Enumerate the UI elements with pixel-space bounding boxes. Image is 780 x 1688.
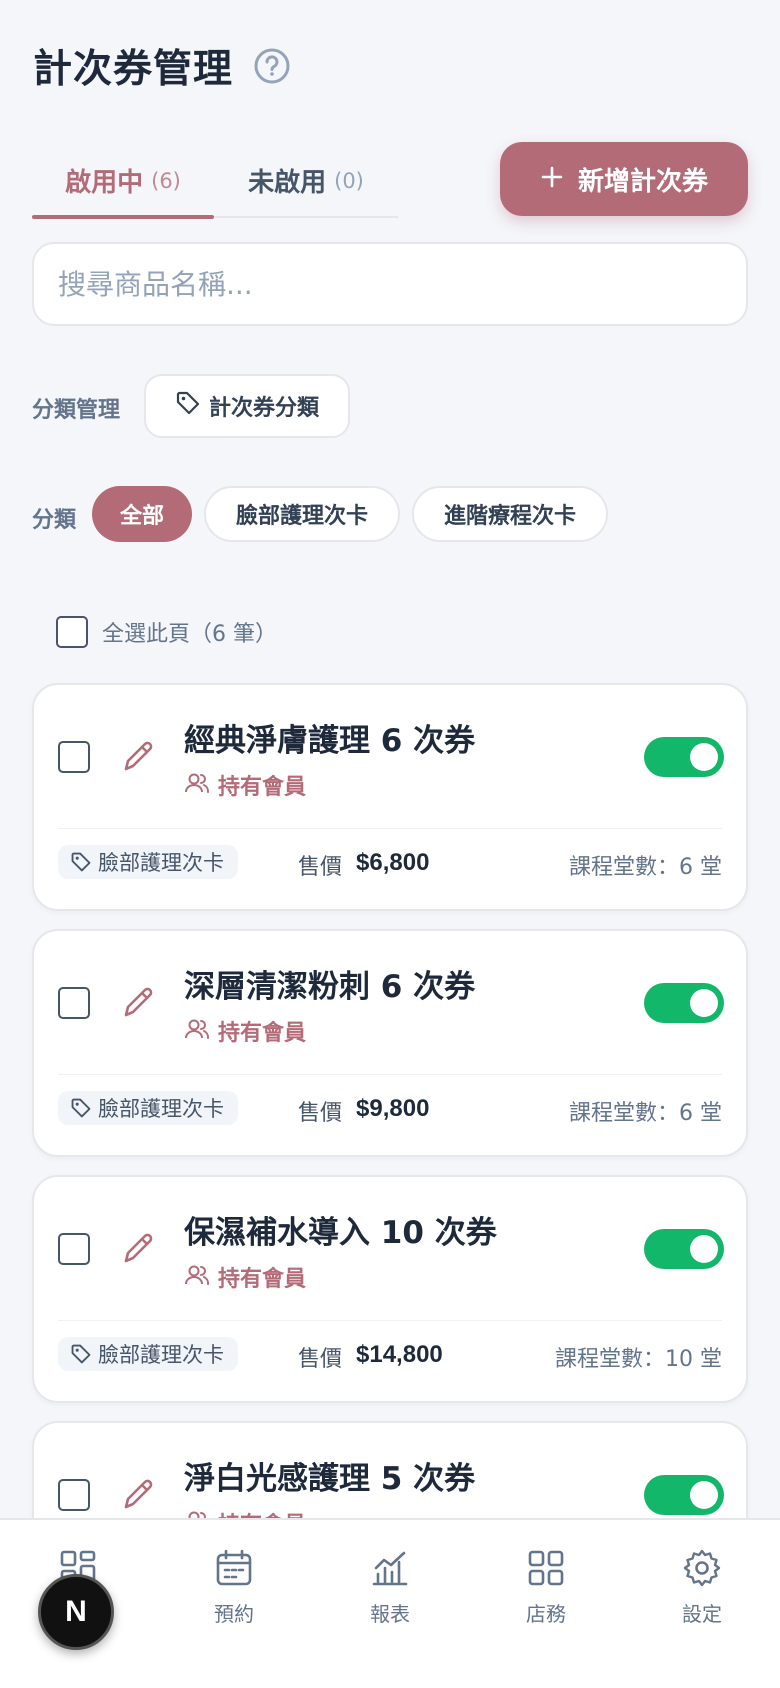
toggle-knob bbox=[690, 1481, 718, 1509]
filter-label: 分類 bbox=[32, 508, 77, 533]
floating-n-badge[interactable]: N bbox=[38, 1574, 114, 1650]
enabled-toggle[interactable] bbox=[644, 983, 724, 1023]
category-tag: 臉部護理次卡 bbox=[58, 845, 238, 879]
ticket-name: 淨白光感護理 5 次券 bbox=[184, 1461, 476, 1497]
category-tag-label: 臉部護理次卡 bbox=[98, 1097, 224, 1121]
card-checkbox[interactable] bbox=[58, 741, 90, 773]
add-ticket-label: 新增計次券 bbox=[577, 166, 708, 197]
price: 售價 $6,800 bbox=[298, 849, 429, 881]
toggle-knob bbox=[690, 989, 718, 1017]
category-manage-label: 分類管理 bbox=[32, 398, 121, 423]
nav-item-store[interactable]: 店務 bbox=[486, 1548, 606, 1627]
ticket-category-button-label: 計次券分類 bbox=[208, 396, 319, 421]
tab-enabled-label: 啟用中 bbox=[65, 168, 144, 198]
nav-item-reports[interactable]: 報表 bbox=[330, 1548, 450, 1627]
price-label: 售價 bbox=[298, 1101, 343, 1126]
category-tag-label: 臉部護理次卡 bbox=[98, 1343, 224, 1367]
category-tag-label: 臉部護理次卡 bbox=[98, 851, 224, 875]
ticket-name: 保濕補水導入 10 次券 bbox=[184, 1215, 497, 1251]
calendar-icon bbox=[214, 1548, 254, 1592]
price-value: $9,800 bbox=[356, 1095, 430, 1122]
price: 售價 $14,800 bbox=[298, 1341, 443, 1373]
bottom-nav: 預約 報表 店務 設定 bbox=[0, 1518, 780, 1688]
tag-icon bbox=[71, 1098, 91, 1118]
status-tabs: 啟用中 (6) 未啟用 (0) bbox=[32, 145, 398, 219]
pencil-icon[interactable] bbox=[118, 1229, 158, 1269]
category-tag: 臉部護理次卡 bbox=[58, 1091, 238, 1125]
tab-disabled[interactable]: 未啟用 (0) bbox=[214, 145, 398, 216]
pencil-icon[interactable] bbox=[118, 737, 158, 777]
audience-badge: 持有會員 bbox=[184, 769, 306, 801]
ticket-name: 經典淨膚護理 6 次券 bbox=[184, 723, 476, 759]
tag-icon bbox=[71, 1344, 91, 1364]
price-label: 售價 bbox=[298, 1347, 343, 1372]
pencil-icon[interactable] bbox=[118, 983, 158, 1023]
session-count: 課程堂數：10 堂 bbox=[555, 1347, 722, 1372]
tab-enabled-count: (6) bbox=[151, 168, 181, 193]
audience-label: 持有會員 bbox=[218, 1267, 307, 1292]
grid-icon bbox=[526, 1548, 566, 1592]
audience-label: 持有會員 bbox=[218, 775, 307, 800]
tag-icon bbox=[71, 852, 91, 872]
enabled-toggle[interactable] bbox=[644, 737, 724, 777]
gear-icon bbox=[682, 1548, 722, 1592]
users-icon bbox=[184, 771, 210, 799]
divider bbox=[58, 1074, 722, 1075]
audience-badge: 持有會員 bbox=[184, 1015, 306, 1047]
ticket-name: 深層清潔粉刺 6 次券 bbox=[184, 969, 476, 1005]
tab-disabled-count: (0) bbox=[334, 168, 364, 193]
audience-badge: 持有會員 bbox=[184, 1261, 306, 1293]
session-count: 課程堂數：6 堂 bbox=[569, 855, 722, 880]
nav-label-booking: 預約 bbox=[214, 1602, 254, 1626]
nav-item-settings[interactable]: 設定 bbox=[642, 1548, 762, 1627]
plus-icon bbox=[540, 165, 564, 193]
nav-label-reports: 報表 bbox=[370, 1602, 410, 1626]
help-icon[interactable] bbox=[253, 47, 291, 85]
ticket-card: 經典淨膚護理 6 次券 持有會員 臉部護理次卡 售價 $6,800 課程堂數：6… bbox=[32, 683, 748, 911]
users-icon bbox=[184, 1263, 210, 1291]
price-label: 售價 bbox=[298, 855, 343, 880]
select-all-checkbox[interactable] bbox=[56, 616, 88, 648]
filter-chip-facial[interactable]: 臉部護理次卡 bbox=[204, 486, 400, 542]
page-title: 計次券管理 bbox=[33, 47, 234, 92]
card-checkbox[interactable] bbox=[58, 987, 90, 1019]
pencil-icon[interactable] bbox=[118, 1475, 158, 1515]
select-all-row: 全選此頁（6 筆） bbox=[56, 616, 277, 648]
price-value: $14,800 bbox=[356, 1341, 443, 1368]
select-all-label: 全選此頁（6 筆） bbox=[102, 622, 277, 647]
page: 計次券管理 啟用中 (6) 未啟用 (0) 新增計次券 分類管理 bbox=[0, 0, 780, 1688]
price-value: $6,800 bbox=[356, 849, 430, 876]
active-tab-indicator bbox=[32, 215, 214, 219]
nav-label-settings: 設定 bbox=[682, 1602, 722, 1626]
session-count: 課程堂數：6 堂 bbox=[569, 1101, 722, 1126]
audience-label: 持有會員 bbox=[218, 1021, 307, 1046]
tag-icon bbox=[175, 390, 201, 422]
nav-item-booking[interactable]: 預約 bbox=[174, 1548, 294, 1627]
card-checkbox[interactable] bbox=[58, 1479, 90, 1511]
ticket-card: 深層清潔粉刺 6 次券 持有會員 臉部護理次卡 售價 $9,800 課程堂數：6… bbox=[32, 929, 748, 1157]
chart-icon bbox=[370, 1548, 410, 1592]
enabled-toggle[interactable] bbox=[644, 1229, 724, 1269]
page-header: 計次券管理 bbox=[33, 38, 291, 94]
add-ticket-button[interactable]: 新增計次券 bbox=[500, 142, 748, 216]
tab-enabled[interactable]: 啟用中 (6) bbox=[32, 145, 214, 219]
toggle-knob bbox=[690, 743, 718, 771]
ticket-category-button[interactable]: 計次券分類 bbox=[144, 374, 350, 438]
divider bbox=[58, 828, 722, 829]
tab-disabled-label: 未啟用 bbox=[248, 168, 327, 198]
ticket-card: 保濕補水導入 10 次券 持有會員 臉部護理次卡 售價 $14,800 課程堂數… bbox=[32, 1175, 748, 1403]
category-tag: 臉部護理次卡 bbox=[58, 1337, 238, 1371]
enabled-toggle[interactable] bbox=[644, 1475, 724, 1515]
filter-chip-all[interactable]: 全部 bbox=[92, 486, 192, 542]
divider bbox=[58, 1320, 722, 1321]
filter-chip-advanced[interactable]: 進階療程次卡 bbox=[412, 486, 608, 542]
toggle-knob bbox=[690, 1235, 718, 1263]
nav-label-store: 店務 bbox=[526, 1602, 566, 1626]
card-checkbox[interactable] bbox=[58, 1233, 90, 1265]
price: 售價 $9,800 bbox=[298, 1095, 429, 1127]
users-icon bbox=[184, 1017, 210, 1045]
search-input[interactable] bbox=[32, 242, 748, 326]
